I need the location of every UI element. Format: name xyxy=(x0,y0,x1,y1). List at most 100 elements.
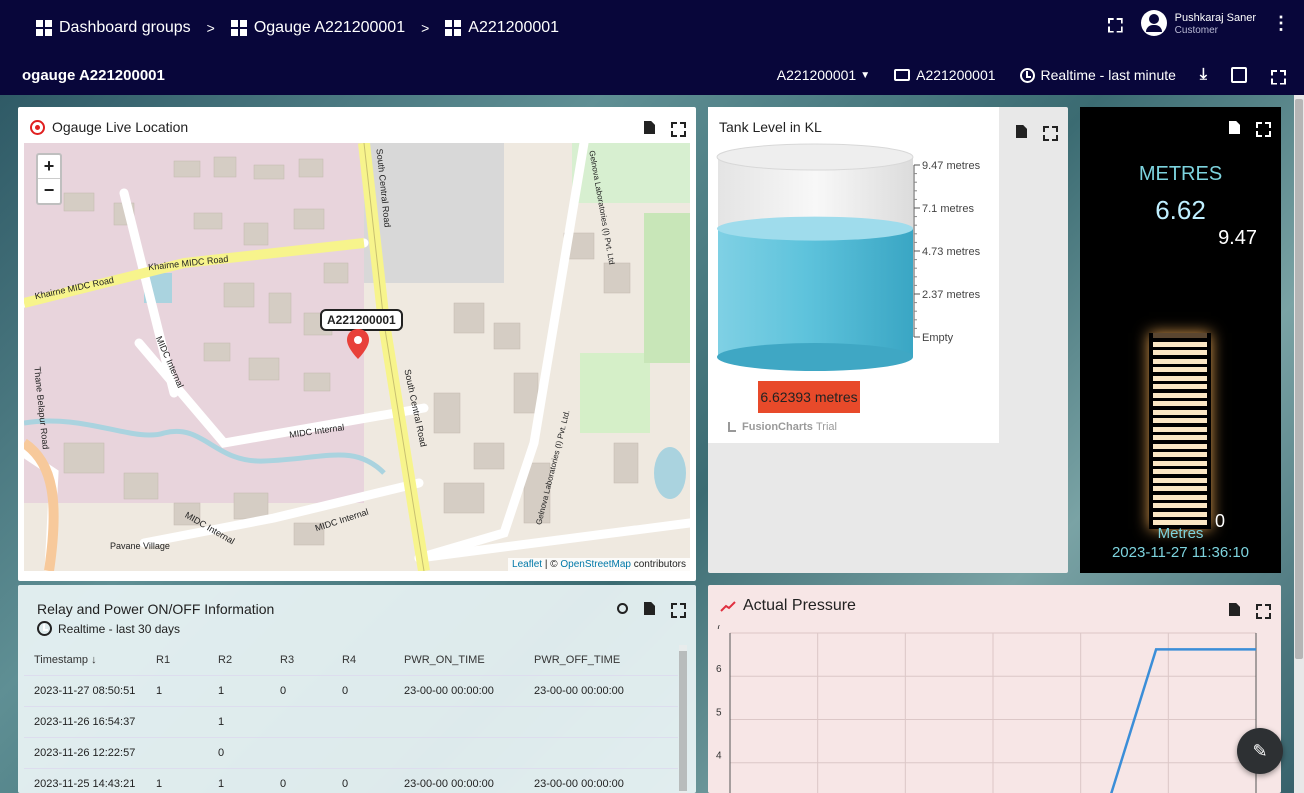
fusioncharts-name: FusionCharts xyxy=(742,421,813,433)
table-cell: 2023-11-25 14:43:21 xyxy=(24,767,146,793)
timewindow-button[interactable]: Realtime - last minute xyxy=(1019,67,1176,83)
table-row[interactable]: 2023-11-25 14:43:21 1 1 0 0 23-00-00 00:00:00… xyxy=(24,767,678,793)
table-cell xyxy=(394,705,524,737)
fullscreen-icon[interactable] xyxy=(671,603,682,614)
gauge-segment xyxy=(1153,511,1207,517)
fusioncharts-trial: Trial xyxy=(815,421,837,433)
breadcrumb-state[interactable]: A221200001 xyxy=(445,19,559,37)
gauge-segment xyxy=(1153,350,1207,355)
breadcrumb-dashboard-groups[interactable]: Dashboard groups xyxy=(36,19,191,37)
avatar[interactable] xyxy=(1140,10,1167,36)
tank-title: Tank Level in KL xyxy=(719,119,822,135)
tank-scale: 9.47 metres 7.1 metres 4.73 metres 2.37 met… xyxy=(914,160,981,344)
more-menu-icon[interactable]: ⋮ xyxy=(1272,13,1290,34)
breadcrumb-dashboard[interactable]: Ogauge A221200001 xyxy=(230,19,405,37)
download-button[interactable]: ⤓ xyxy=(1200,66,1207,84)
fullscreen-icon[interactable] xyxy=(1256,122,1267,133)
tank-liquid-surface xyxy=(717,216,913,241)
table-cell xyxy=(270,736,332,768)
fullscreen-icon[interactable] xyxy=(1108,18,1119,29)
gauge-segment xyxy=(1153,341,1207,347)
dashboard-canvas: Ogauge Live Location Khairne MIDC Road K… xyxy=(0,95,1304,793)
export-file-icon[interactable] xyxy=(1016,125,1027,138)
user-area: Pushkaraj Saner Customer ⋮ xyxy=(1108,10,1290,36)
device-button[interactable]: A221200001 xyxy=(894,67,996,83)
fullscreen-icon[interactable] xyxy=(671,122,682,133)
relay-timewindow[interactable]: Realtime - last 30 days xyxy=(37,621,180,636)
column-header-r1[interactable]: R1 xyxy=(146,645,208,675)
column-header-timestamp[interactable]: Timestamp ↓ xyxy=(24,645,146,675)
page-scrollbar-thumb[interactable] xyxy=(1295,99,1303,659)
page-scrollbar[interactable] xyxy=(1294,95,1304,793)
export-file-icon[interactable] xyxy=(644,602,655,615)
tank-tick-label: 2.37 metres xyxy=(922,289,981,301)
map-view[interactable]: Khairne MIDC Road Khairne MIDC Road Sout… xyxy=(24,143,690,571)
export-file-icon[interactable] xyxy=(644,121,655,134)
breadcrumb-label: Dashboard groups xyxy=(59,18,191,36)
gauge-unit-title: METRES xyxy=(1138,163,1223,185)
breadcrumb-separator: > xyxy=(421,19,430,36)
map-marker-icon[interactable] xyxy=(347,329,369,359)
table-row[interactable]: 2023-11-26 12:22:57 0 xyxy=(24,736,678,768)
pencil-icon: ✎ xyxy=(1252,740,1268,761)
gauge-segment xyxy=(1153,494,1207,500)
fullscreen-icon[interactable] xyxy=(1256,604,1267,615)
table-scrollbar[interactable] xyxy=(679,645,687,793)
export-button[interactable] xyxy=(1231,67,1247,83)
column-header-r3[interactable]: R3 xyxy=(270,645,332,675)
zoom-in-button[interactable]: + xyxy=(38,155,60,179)
column-header-pwr-on[interactable]: PWR_ON_TIME xyxy=(394,645,524,675)
table-scrollbar-thumb[interactable] xyxy=(679,651,687,791)
gauge-segment xyxy=(1153,333,1207,338)
table-cell: 0 xyxy=(332,674,394,706)
dashboard-icon xyxy=(36,19,52,36)
export-file-icon[interactable] xyxy=(1229,603,1240,616)
leaflet-link[interactable]: Leaflet xyxy=(512,559,542,570)
search-icon[interactable] xyxy=(617,603,628,614)
table-row[interactable]: 2023-11-27 08:50:51 1 1 0 0 23-00-00 00:00:00… xyxy=(24,674,678,706)
map-attribution: Leaflet | © OpenStreetMap contributors xyxy=(508,558,690,571)
pressure-chart: 7 6 5 4 xyxy=(716,625,1257,793)
gauge-segment xyxy=(1153,486,1207,491)
dashboard-toolbar: ogauge A221200001 A221200001 ▼ A221200001… xyxy=(0,55,1304,95)
download-icon: ⤓ xyxy=(1199,66,1207,83)
attribution-text: contributors xyxy=(633,559,686,570)
widget-actions xyxy=(617,602,682,615)
gauge-segment xyxy=(1153,409,1207,415)
map-widget-title: Ogauge Live Location xyxy=(30,119,188,135)
map-title-text: Ogauge Live Location xyxy=(52,119,189,135)
gauge-unit: Metres xyxy=(1157,525,1204,542)
export-file-icon[interactable] xyxy=(1229,121,1240,134)
table-cell: 2023-11-26 16:54:37 xyxy=(24,705,146,737)
table-cell: 23-00-00 00:00:00 xyxy=(524,674,678,706)
column-header-r2[interactable]: R2 xyxy=(208,645,270,675)
osm-link[interactable]: OpenStreetMap xyxy=(560,559,631,570)
tank-tick-label: 9.47 metres xyxy=(922,160,981,172)
fullscreen-icon xyxy=(1271,70,1282,81)
location-icon xyxy=(30,119,45,135)
toolbar-fullscreen-button[interactable] xyxy=(1271,70,1282,81)
gauge-max: 9.47 xyxy=(1218,227,1257,249)
fusioncharts-icon xyxy=(728,422,736,432)
breadcrumb-separator: > xyxy=(206,19,215,36)
table-cell xyxy=(332,705,394,737)
table-cell: 0 xyxy=(332,767,394,793)
dashboard-title: ogauge A221200001 xyxy=(22,66,165,84)
tank-liquid xyxy=(718,228,913,357)
edit-fab-button[interactable]: ✎ xyxy=(1237,728,1283,774)
sort-arrow-icon: ↓ xyxy=(91,653,97,666)
gauge-timestamp: 2023-11-27 11:36:10 xyxy=(1111,544,1250,561)
user-info[interactable]: Pushkaraj Saner Customer xyxy=(1175,11,1256,36)
relay-table-container: Timestamp ↓ R1 R2 R3 R4 PWR_ON_TIME PWR_… xyxy=(24,645,678,793)
entity-select[interactable]: A221200001 ▼ xyxy=(777,67,870,83)
fullscreen-icon[interactable] xyxy=(1043,126,1054,137)
column-header-r4[interactable]: R4 xyxy=(332,645,394,675)
gauge-segment xyxy=(1153,367,1207,372)
user-role: Customer xyxy=(1174,24,1219,36)
zoom-out-button[interactable]: − xyxy=(38,179,60,203)
table-cell: 23-00-00 00:00:00 xyxy=(524,767,678,793)
gauge-segment xyxy=(1153,503,1207,508)
table-cell: 0 xyxy=(270,674,332,706)
column-header-pwr-off[interactable]: PWR_OFF_TIME xyxy=(524,645,678,675)
table-row[interactable]: 2023-11-26 16:54:37 1 xyxy=(24,705,678,737)
